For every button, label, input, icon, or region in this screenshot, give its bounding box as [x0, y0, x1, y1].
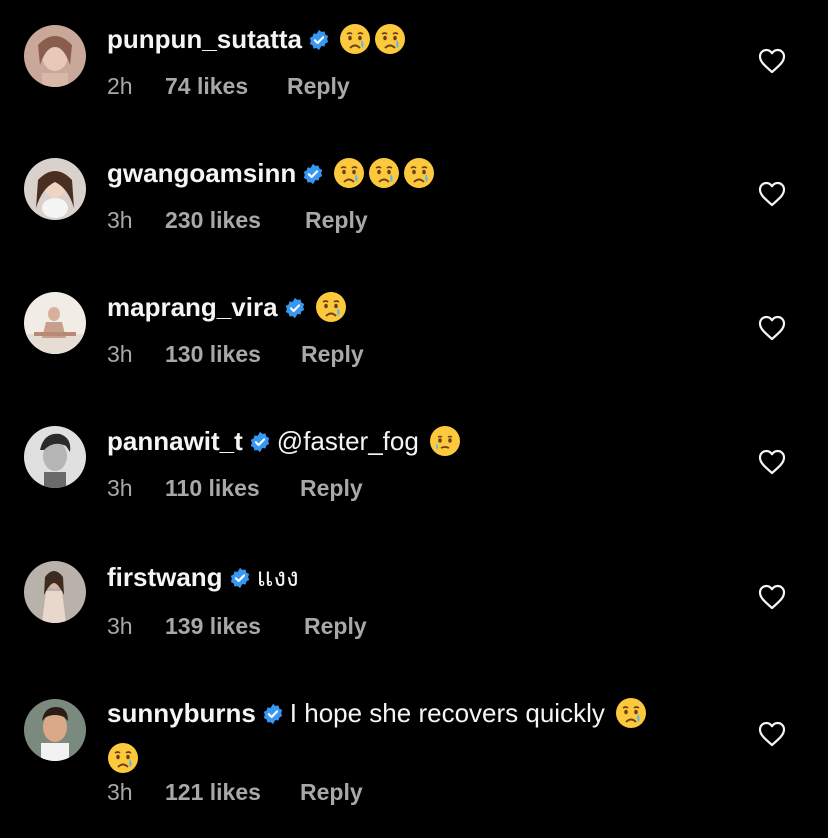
username[interactable]: firstwang — [107, 562, 223, 592]
comment-line: gwangoamsinn — [107, 154, 718, 199]
comment-line: firstwang แงง — [107, 558, 718, 599]
avatar[interactable] — [24, 561, 86, 623]
comment-meta: 3h 110 likes Reply — [107, 473, 363, 503]
avatar[interactable] — [24, 292, 86, 354]
crying-face-emoji — [403, 157, 435, 199]
heart-outline-icon[interactable] — [758, 721, 786, 747]
timestamp: 3h — [107, 341, 133, 367]
comment-meta: 2h 74 likes Reply — [107, 71, 350, 101]
reply-button[interactable]: Reply — [305, 205, 368, 235]
comment-line: sunnyburns I hope she recovers quickly — [107, 694, 707, 784]
avatar[interactable] — [24, 25, 86, 87]
timestamp: 3h — [107, 475, 133, 501]
likes-count[interactable]: 110 likes — [165, 473, 300, 503]
heart-outline-icon[interactable] — [758, 315, 786, 341]
reply-button[interactable]: Reply — [301, 339, 364, 369]
comment-meta: 3h 121 likes Reply — [107, 777, 363, 807]
comment-meta: 3h 130 likes Reply — [107, 339, 364, 369]
verified-badge-icon — [284, 291, 306, 329]
reply-button[interactable]: Reply — [287, 71, 350, 101]
username[interactable]: gwangoamsinn — [107, 158, 296, 188]
crying-face-emoji — [368, 157, 400, 199]
likes-count[interactable]: 230 likes — [165, 205, 305, 235]
avatar[interactable] — [24, 426, 86, 488]
likes-count[interactable]: 121 likes — [165, 777, 300, 807]
username[interactable]: sunnyburns — [107, 698, 256, 728]
comment-text: แงง — [256, 562, 299, 592]
verified-badge-icon — [302, 157, 324, 195]
likes-count[interactable]: 130 likes — [165, 339, 301, 369]
reply-button[interactable]: Reply — [300, 777, 363, 807]
heart-outline-icon[interactable] — [758, 584, 786, 610]
username[interactable]: pannawit_t — [107, 426, 243, 456]
verified-badge-icon — [229, 561, 251, 599]
reply-button[interactable]: Reply — [300, 473, 363, 503]
verified-badge-icon — [262, 697, 284, 735]
crying-face-emoji — [339, 23, 371, 65]
comment-line: punpun_sutatta — [107, 20, 718, 65]
timestamp: 3h — [107, 207, 133, 233]
heart-outline-icon[interactable] — [758, 181, 786, 207]
crying-face-emoji — [374, 23, 406, 65]
heart-outline-icon[interactable] — [758, 48, 786, 74]
timestamp: 2h — [107, 73, 133, 99]
heart-outline-icon[interactable] — [758, 449, 786, 475]
likes-count[interactable]: 139 likes — [165, 611, 304, 641]
likes-count[interactable]: 74 likes — [165, 71, 287, 101]
crying-face-emoji — [429, 425, 461, 467]
comment-line: pannawit_t @faster_fog — [107, 422, 718, 467]
comment-text: I hope she recovers quickly — [289, 698, 605, 728]
reply-button[interactable]: Reply — [304, 611, 367, 641]
verified-badge-icon — [308, 23, 330, 61]
timestamp: 3h — [107, 613, 133, 639]
comment-meta: 3h 139 likes Reply — [107, 611, 367, 641]
username[interactable]: maprang_vira — [107, 292, 278, 322]
avatar[interactable] — [24, 158, 86, 220]
crying-face-emoji — [315, 291, 347, 333]
comment-meta: 3h 230 likes Reply — [107, 205, 368, 235]
comment-text[interactable]: @faster_fog — [277, 426, 419, 456]
timestamp: 3h — [107, 779, 133, 805]
crying-face-emoji — [615, 697, 647, 739]
verified-badge-icon — [249, 425, 271, 463]
avatar[interactable] — [24, 699, 86, 761]
crying-face-emoji — [333, 157, 365, 199]
comment-line: maprang_vira — [107, 288, 718, 333]
username[interactable]: punpun_sutatta — [107, 24, 302, 54]
